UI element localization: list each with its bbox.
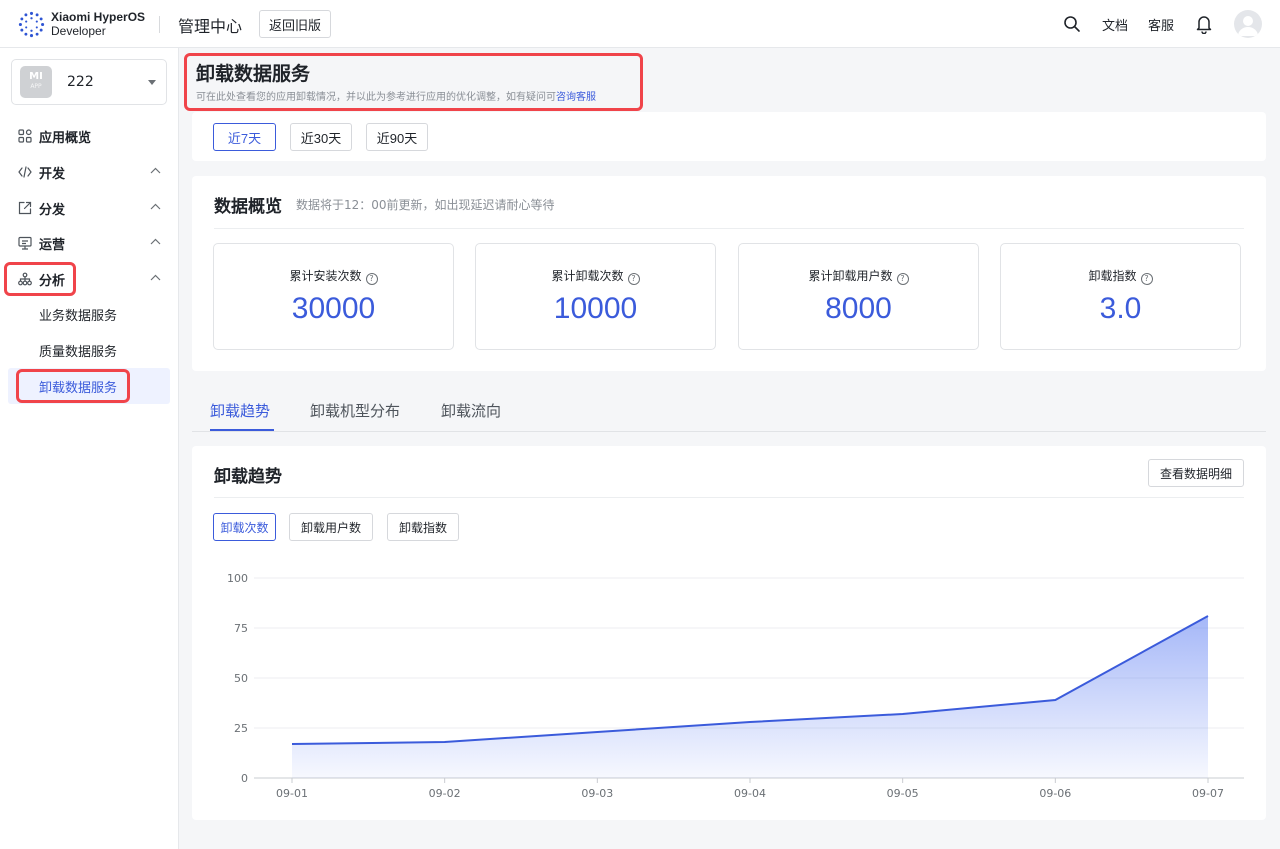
overview-card: 数据概览 数据将于12：00前更新，如出现延迟请耐心等待 累计安装次数? 300… <box>192 176 1266 371</box>
page-title: 卸载数据服务 <box>196 63 311 85</box>
page-subtitle: 可在此处查看您的应用卸载情况，并以此为参考进行应用的优化调整，如有疑问可咨询客服 <box>196 92 596 103</box>
grid-icon <box>18 129 32 143</box>
hierarchy-icon <box>18 272 32 286</box>
hyperos-logo-icon <box>18 11 45 38</box>
help-icon[interactable]: ? <box>365 273 378 285</box>
search-icon[interactable] <box>1063 15 1081 33</box>
sidebar-item-app-overview[interactable]: 应用概览 <box>0 121 178 151</box>
stat-card-uninstall-users: 累计卸载用户数? 8000 <box>738 243 979 350</box>
chevron-up-icon <box>150 167 161 174</box>
app-selector[interactable]: MI APP 222 <box>11 59 167 105</box>
x-tick-label: 09-07 <box>1192 787 1224 800</box>
bell-icon[interactable] <box>1195 14 1213 34</box>
tab-device-distribution[interactable]: 卸载机型分布 <box>310 400 400 421</box>
x-tick-label: 09-01 <box>276 787 308 800</box>
x-tick-label: 09-03 <box>581 787 613 800</box>
x-tick-label: 09-05 <box>887 787 919 800</box>
code-icon <box>18 166 32 178</box>
share-icon <box>18 201 32 215</box>
overview-title: 数据概览 <box>214 197 282 217</box>
page-header: 卸载数据服务 可在此处查看您的应用卸载情况，并以此为参考进行应用的优化调整，如有… <box>184 53 643 110</box>
chevron-up-icon <box>150 274 161 281</box>
back-to-old-version-button[interactable]: 返回旧版 <box>259 10 331 38</box>
sidebar-subitem-label: 质量数据服务 <box>39 345 118 360</box>
stat-value: 3.0 <box>1099 292 1142 325</box>
range-30-days-button[interactable]: 近30天 <box>290 123 352 151</box>
brand-line1: Xiaomi HyperOS <box>51 10 146 24</box>
tab-uninstall-destination[interactable]: 卸载流向 <box>441 400 501 421</box>
stat-card-uninstalls: 累计卸载次数? 10000 <box>475 243 716 350</box>
sidebar-subitem-business-data[interactable]: 业务数据服务 <box>0 298 178 330</box>
help-icon[interactable]: ? <box>1140 273 1153 285</box>
stat-card-installs: 累计安装次数? 30000 <box>213 243 454 350</box>
help-icon[interactable]: ? <box>627 273 640 285</box>
contact-support-link[interactable]: 咨询客服 <box>556 92 596 103</box>
y-tick-label: 0 <box>241 772 248 785</box>
brand-line2: Developer <box>51 24 106 38</box>
sidebar-item-label: 分发 <box>39 203 66 218</box>
trend-card: 卸载趋势 查看数据明细 卸载次数 卸载用户数 卸载指数 0 25 50 75 100 0… <box>192 446 1266 820</box>
sidebar-item-analytics[interactable]: 分析 <box>0 264 178 294</box>
series-area <box>292 616 1208 778</box>
sidebar-subitem-uninstall-data[interactable]: 卸载数据服务 <box>8 368 170 404</box>
app-name: 222 <box>67 74 94 90</box>
caret-down-icon <box>148 80 156 85</box>
range-90-days-button[interactable]: 近90天 <box>366 123 428 151</box>
y-tick-label: 75 <box>234 622 248 635</box>
stat-card-uninstall-index: 卸载指数? 3.0 <box>1000 243 1241 350</box>
sidebar-item-develop[interactable]: 开发 <box>0 157 178 187</box>
sidebar-item-distribute[interactable]: 分发 <box>0 193 178 223</box>
uninstall-trend-chart: 0 25 50 75 100 09-01 09-02 09-03 09-04 09-05 09-0… <box>227 572 1244 800</box>
chevron-up-icon <box>150 203 161 210</box>
x-tick-label: 09-02 <box>429 787 461 800</box>
divider <box>214 228 1244 229</box>
brand-logo[interactable]: Xiaomi HyperOS Developer <box>18 9 150 39</box>
header-divider <box>159 16 160 33</box>
tab-bar-divider <box>192 431 1266 432</box>
sidebar-subitem-label: 卸载数据服务 <box>39 381 118 396</box>
sidebar: MI APP 222 应用概览 开发 分发 运营 分析 业务数据服务 质量数据服… <box>0 48 179 849</box>
docs-link[interactable]: 文档 <box>1102 15 1128 34</box>
stat-label: 累计卸载次数? <box>476 267 715 285</box>
sidebar-item-label: 分析 <box>39 274 66 289</box>
sidebar-item-label: 应用概览 <box>39 131 92 146</box>
top-header: Xiaomi HyperOS Developer 管理中心 返回旧版 文档 客服 <box>0 0 1280 48</box>
stat-label: 卸载指数? <box>1001 267 1240 285</box>
date-range-card: 近7天 近30天 近90天 <box>192 112 1266 161</box>
stat-value: 30000 <box>291 292 376 325</box>
stat-label: 累计卸载用户数? <box>739 267 978 285</box>
y-tick-label: 50 <box>234 672 248 685</box>
range-7-days-button[interactable]: 近7天 <box>213 123 276 151</box>
stat-value: 10000 <box>553 292 638 325</box>
sidebar-item-label: 运营 <box>39 238 66 253</box>
tab-uninstall-trend[interactable]: 卸载趋势 <box>210 400 270 421</box>
avatar-icon <box>1238 16 1258 36</box>
support-link[interactable]: 客服 <box>1148 15 1174 34</box>
header-title: 管理中心 <box>178 17 243 36</box>
overview-note: 数据将于12：00前更新，如出现延迟请耐心等待 <box>296 198 555 212</box>
monitor-icon <box>18 236 32 250</box>
sidebar-subitem-label: 业务数据服务 <box>39 309 118 324</box>
sidebar-item-operations[interactable]: 运营 <box>0 228 178 258</box>
sidebar-subitem-quality-data[interactable]: 质量数据服务 <box>0 334 178 366</box>
chevron-up-icon <box>150 238 161 245</box>
x-tick-label: 09-06 <box>1039 787 1071 800</box>
user-avatar[interactable] <box>1234 10 1262 38</box>
y-tick-label: 25 <box>234 722 248 735</box>
sidebar-item-label: 开发 <box>39 167 66 182</box>
tab-active-indicator <box>210 429 274 431</box>
app-icon: MI APP <box>20 66 52 98</box>
x-tick-label: 09-04 <box>734 787 766 800</box>
help-icon[interactable]: ? <box>896 273 909 285</box>
stat-label: 累计安装次数? <box>214 267 453 285</box>
y-tick-label: 100 <box>227 572 248 585</box>
stat-value: 8000 <box>825 292 892 325</box>
